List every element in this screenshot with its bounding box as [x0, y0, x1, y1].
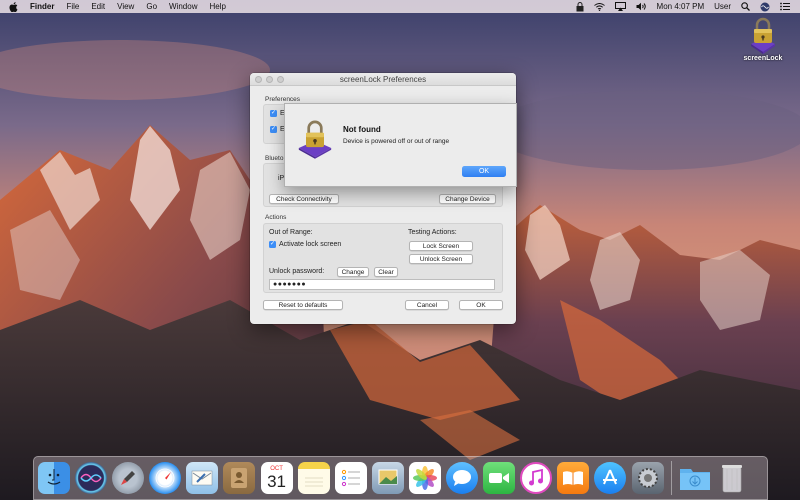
notes-icon[interactable]	[297, 462, 330, 494]
photos-icon[interactable]	[408, 462, 441, 494]
lock-alert-icon	[298, 120, 332, 159]
wifi-icon[interactable]	[593, 2, 605, 11]
activate-lock-option[interactable]: ✓ Activate lock screen	[269, 241, 341, 248]
contacts-icon[interactable]	[223, 462, 256, 494]
airplay-icon[interactable]	[614, 2, 626, 11]
out-of-range-label: Out of Range:	[269, 229, 313, 236]
trash-icon[interactable]	[716, 462, 748, 494]
reset-defaults-button[interactable]: Reset to defaults	[263, 300, 343, 310]
dock: OCT 31	[33, 456, 768, 500]
password-field[interactable]: ●●●●●●●	[269, 279, 495, 290]
activate-lock-label: Activate lock screen	[279, 241, 342, 248]
unlock-password-label: Unlock password:	[269, 268, 325, 275]
activate-lock-checkbox[interactable]: ✓	[269, 241, 276, 248]
window-controls	[255, 76, 284, 83]
menu-finder[interactable]: Finder	[30, 2, 54, 11]
testing-actions-label: Testing Actions:	[408, 229, 457, 236]
menu-view[interactable]: View	[117, 2, 134, 11]
calendar-icon[interactable]: OCT 31	[260, 462, 293, 494]
change-device-button[interactable]: Change Device	[439, 194, 496, 204]
launchpad-icon[interactable]	[112, 462, 145, 494]
cancel-button[interactable]: Cancel	[405, 300, 449, 310]
preferences-section-label: Preferences	[265, 96, 301, 103]
ibooks-icon[interactable]	[557, 462, 590, 494]
menu-help[interactable]: Help	[209, 2, 225, 11]
ok-button[interactable]: OK	[459, 300, 503, 310]
safari-icon[interactable]	[149, 462, 182, 494]
messages-icon[interactable]	[446, 462, 479, 494]
mail-icon[interactable]	[186, 462, 219, 494]
screenlock-menu-icon[interactable]	[576, 1, 584, 12]
actions-section-label: Actions	[265, 214, 287, 221]
preferences-titlebar[interactable]: screenLock Preferences	[250, 73, 516, 86]
facetime-icon[interactable]	[483, 462, 516, 494]
minimize-button[interactable]	[266, 76, 273, 83]
apple-menu-icon[interactable]	[9, 1, 21, 12]
menu-bar: Finder File Edit View Go Window Help Mon…	[0, 0, 800, 13]
menu-go[interactable]: Go	[146, 2, 157, 11]
pref-option-2[interactable]: ✓ E	[270, 126, 285, 133]
screenlock-app-icon	[751, 17, 775, 54]
system-preferences-icon[interactable]	[631, 462, 664, 494]
desktop-icon-screenlock[interactable]: screenLock	[742, 16, 784, 62]
clear-password-button[interactable]: Clear	[374, 267, 398, 277]
alert-title: Not found	[343, 125, 381, 134]
close-button[interactable]	[255, 76, 262, 83]
change-password-button[interactable]: Change	[337, 267, 369, 277]
bluetooth-section-label: Blueto	[265, 155, 284, 162]
siri-icon[interactable]	[75, 462, 108, 494]
user-menu[interactable]: User	[714, 2, 731, 11]
menu-edit[interactable]: Edit	[91, 2, 105, 11]
unlock-screen-button[interactable]: Unlock Screen	[409, 254, 473, 264]
itunes-icon[interactable]	[520, 462, 553, 494]
alert-ok-button[interactable]: OK	[462, 166, 506, 177]
downloads-folder-icon[interactable]	[679, 462, 711, 494]
check-connectivity-button[interactable]: Check Connectivity	[269, 194, 339, 204]
dock-separator	[670, 461, 672, 495]
finder-icon[interactable]	[38, 462, 70, 494]
lock-screen-button[interactable]: Lock Screen	[409, 241, 473, 251]
alert-dialog: Not found Device is powered off or out o…	[284, 103, 517, 187]
checkbox-checked[interactable]: ✓	[270, 110, 277, 117]
menu-window[interactable]: Window	[169, 2, 197, 11]
window-title: screenLock Preferences	[339, 74, 427, 84]
notification-center-icon[interactable]	[780, 2, 790, 11]
spotlight-icon[interactable]	[741, 2, 750, 11]
siri-menu-icon[interactable]	[760, 2, 770, 12]
volume-icon[interactable]	[636, 2, 647, 11]
pref-option-1[interactable]: ✓ E	[270, 110, 285, 117]
reminders-icon[interactable]	[334, 462, 367, 494]
calendar-day: 31	[267, 472, 287, 491]
zoom-button[interactable]	[277, 76, 284, 83]
app-store-icon[interactable]	[594, 462, 627, 494]
clock-text[interactable]: Mon 4:07 PM	[657, 2, 705, 11]
photo-booth-icon[interactable]	[371, 462, 404, 494]
checkbox-checked[interactable]: ✓	[270, 126, 277, 133]
menu-file[interactable]: File	[66, 2, 79, 11]
alert-message: Device is powered off or out of range	[343, 138, 450, 145]
desktop-icon-label: screenLock	[743, 55, 783, 62]
